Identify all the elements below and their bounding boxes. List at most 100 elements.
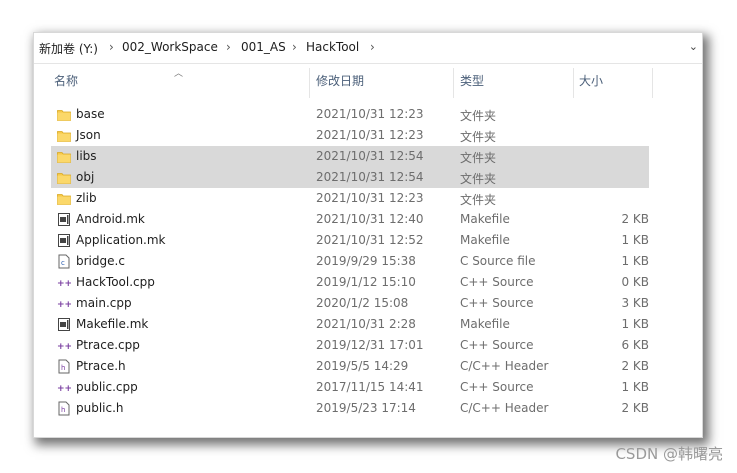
- svg-text:++: ++: [57, 342, 71, 352]
- folder-icon: [57, 170, 71, 185]
- file-row[interactable]: ++ main.cpp 2020/1/2 15:08 C++ Source 3 KB: [51, 293, 649, 314]
- svg-text:h: h: [61, 406, 65, 414]
- file-type: C++ Source: [460, 275, 534, 289]
- breadcrumb-separator[interactable]: ›: [109, 40, 114, 54]
- makefile-icon: [57, 317, 71, 332]
- svg-text:++: ++: [57, 384, 71, 394]
- breadcrumb-separator[interactable]: ›: [226, 40, 231, 54]
- file-size: 1 KB: [621, 233, 649, 247]
- file-row[interactable]: c bridge.c 2019/9/29 15:38 C Source file 1 K…: [51, 251, 649, 272]
- file-size: 1 KB: [621, 380, 649, 394]
- breadcrumb-separator[interactable]: ›: [370, 40, 375, 54]
- file-date: 2021/10/31 12:40: [316, 212, 424, 226]
- file-type: 文件夹: [460, 109, 497, 123]
- file-name: public.cpp: [76, 380, 138, 394]
- column-header-type[interactable]: 类型: [460, 64, 572, 96]
- file-date: 2021/10/31 2:28: [316, 317, 416, 331]
- file-row[interactable]: Json 2021/10/31 12:23 文件夹: [51, 125, 649, 146]
- h-file-icon: h: [57, 359, 71, 374]
- file-name: obj: [76, 170, 95, 184]
- column-divider[interactable]: [453, 68, 454, 98]
- svg-text:++: ++: [57, 300, 71, 310]
- file-size: 1 KB: [621, 317, 649, 331]
- folder-icon: [57, 191, 71, 206]
- file-row[interactable]: zlib 2021/10/31 12:23 文件夹: [51, 188, 649, 209]
- file-name: zlib: [76, 191, 97, 205]
- breadcrumb-as[interactable]: 001_AS: [241, 40, 286, 54]
- breadcrumb-drive[interactable]: 新加卷 (Y:): [39, 40, 98, 57]
- file-size: 6 KB: [621, 338, 649, 352]
- file-row[interactable]: Application.mk 2021/10/31 12:52 Makefile 1 …: [51, 230, 649, 251]
- file-type: C/C++ Header: [460, 359, 549, 373]
- folder-icon: [57, 107, 71, 122]
- breadcrumb-hacktool[interactable]: HackTool: [306, 40, 359, 54]
- breadcrumb-separator[interactable]: ›: [292, 40, 297, 54]
- file-size: 1 KB: [621, 254, 649, 268]
- file-date: 2021/10/31 12:23: [316, 107, 424, 121]
- file-date: 2017/11/15 14:41: [316, 380, 424, 394]
- address-bar[interactable]: 新加卷 (Y:) › 002_WorkSpace › 001_AS › Hack…: [34, 33, 702, 64]
- file-row[interactable]: Android.mk 2021/10/31 12:40 Makefile 2 KB: [51, 209, 649, 230]
- column-header-date[interactable]: 修改日期: [316, 64, 454, 96]
- file-type: C++ Source: [460, 380, 534, 394]
- column-divider[interactable]: [309, 68, 310, 98]
- cpp-file-icon: ++: [57, 275, 72, 290]
- file-size: 2 KB: [621, 359, 649, 373]
- file-date: 2021/10/31 12:52: [316, 233, 424, 247]
- file-row[interactable]: h Ptrace.h 2019/5/5 14:29 C/C++ Header 2 KB: [51, 356, 649, 377]
- file-date: 2019/12/31 17:01: [316, 338, 424, 352]
- file-row[interactable]: base 2021/10/31 12:23 文件夹: [51, 104, 649, 125]
- folder-icon: [57, 128, 71, 143]
- breadcrumb-workspace[interactable]: 002_WorkSpace: [122, 40, 218, 54]
- column-header-name[interactable]: 名称: [54, 64, 304, 96]
- explorer-window: 新加卷 (Y:) › 002_WorkSpace › 001_AS › Hack…: [34, 33, 702, 437]
- file-date: 2019/1/12 15:10: [316, 275, 416, 289]
- file-type: Makefile: [460, 317, 510, 331]
- file-type: 文件夹: [460, 193, 497, 207]
- file-name: HackTool.cpp: [76, 275, 155, 289]
- file-date: 2019/5/23 17:14: [316, 401, 416, 415]
- file-row[interactable]: ++ public.cpp 2017/11/15 14:41 C++ Source 1 …: [51, 377, 649, 398]
- file-row[interactable]: ++ Ptrace.cpp 2019/12/31 17:01 C++ Source 6 …: [51, 335, 649, 356]
- file-size: 2 KB: [621, 401, 649, 415]
- file-name: Ptrace.h: [76, 359, 126, 373]
- makefile-icon: [57, 233, 71, 248]
- file-type: 文件夹: [460, 172, 497, 186]
- column-header-type-label: 类型: [460, 73, 485, 88]
- column-divider[interactable]: [652, 68, 653, 98]
- file-date: 2020/1/2 15:08: [316, 296, 409, 310]
- file-type: C/C++ Header: [460, 401, 549, 415]
- file-type: C Source file: [460, 254, 536, 268]
- file-date: 2021/10/31 12:54: [316, 170, 424, 184]
- column-header-date-label: 修改日期: [316, 73, 365, 88]
- file-name: Application.mk: [76, 233, 166, 247]
- column-header-size[interactable]: 大小: [579, 64, 649, 96]
- file-type: 文件夹: [460, 130, 497, 144]
- file-row[interactable]: libs 2021/10/31 12:54 文件夹: [51, 146, 649, 167]
- address-dropdown-icon[interactable]: ⌄: [689, 40, 698, 53]
- file-date: 2019/5/5 14:29: [316, 359, 409, 373]
- file-type: Makefile: [460, 212, 510, 226]
- file-name: bridge.c: [76, 254, 125, 268]
- column-header-size-label: 大小: [579, 73, 604, 88]
- file-row[interactable]: obj 2021/10/31 12:54 文件夹: [51, 167, 649, 188]
- file-row[interactable]: h public.h 2019/5/23 17:14 C/C++ Header 2 KB: [51, 398, 649, 419]
- file-date: 2019/9/29 15:38: [316, 254, 416, 268]
- file-type: C++ Source: [460, 296, 534, 310]
- file-size: 3 KB: [621, 296, 649, 310]
- file-name: libs: [76, 149, 97, 163]
- watermark: CSDN @韩曙亮: [615, 445, 723, 463]
- file-name: base: [76, 107, 105, 121]
- file-name: public.h: [76, 401, 124, 415]
- file-name: Ptrace.cpp: [76, 338, 140, 352]
- file-name: main.cpp: [76, 296, 132, 310]
- cpp-file-icon: ++: [57, 296, 72, 311]
- file-row[interactable]: Makefile.mk 2021/10/31 2:28 Makefile 1 KB: [51, 314, 649, 335]
- file-name: Makefile.mk: [76, 317, 149, 331]
- file-size: 2 KB: [621, 212, 649, 226]
- file-type: C++ Source: [460, 338, 534, 352]
- file-size: 0 KB: [621, 275, 649, 289]
- column-divider[interactable]: [573, 68, 574, 98]
- file-row[interactable]: ++ HackTool.cpp 2019/1/12 15:10 C++ Source 0…: [51, 272, 649, 293]
- file-type: Makefile: [460, 233, 510, 247]
